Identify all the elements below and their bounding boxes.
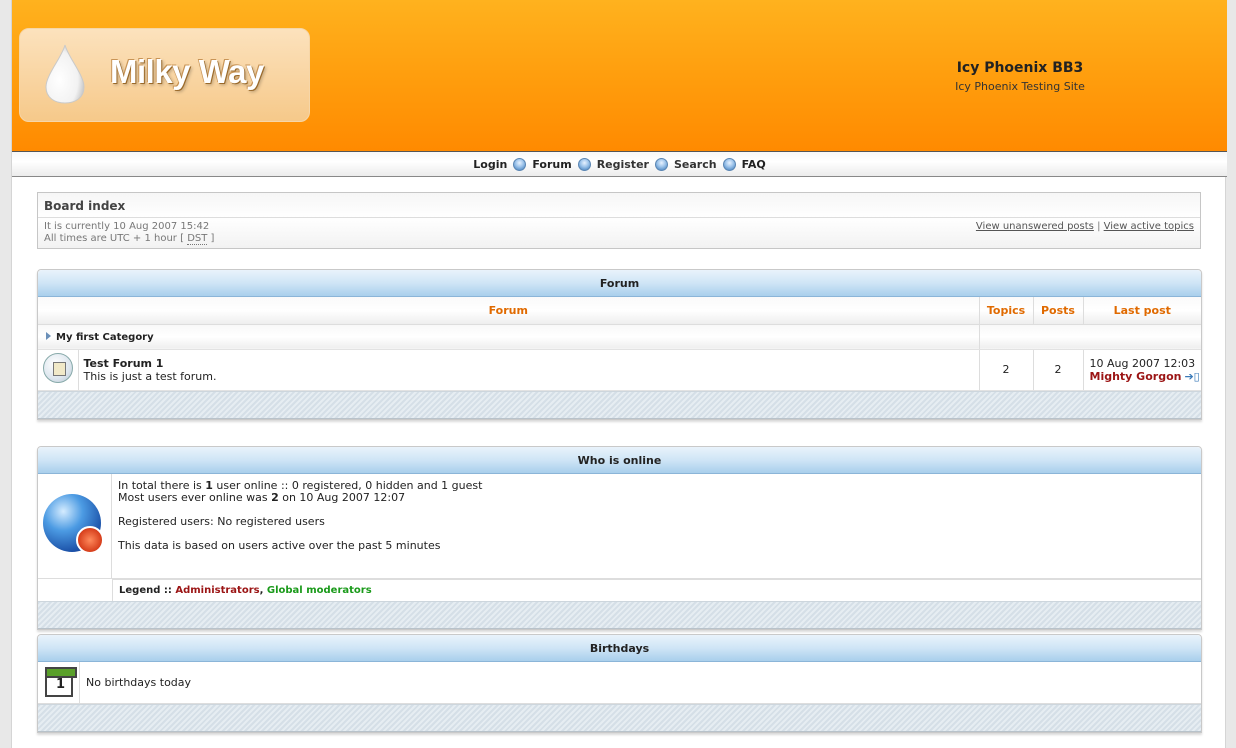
nav-search[interactable]: Search bbox=[670, 158, 721, 171]
online-stats: In total there is 1 user online :: 0 reg… bbox=[112, 474, 1201, 578]
forum-description: This is just a test forum. bbox=[83, 369, 217, 383]
nav-login[interactable]: Login bbox=[469, 158, 511, 171]
milk-drop-icon bbox=[45, 44, 85, 104]
divider bbox=[38, 217, 1200, 218]
panel-title: Birthdays bbox=[38, 635, 1201, 662]
forum-table: Forum Topics Posts Last post My first Ca… bbox=[38, 297, 1201, 391]
panel-title: Who is online bbox=[38, 447, 1201, 474]
category-row: My first Category bbox=[38, 324, 1201, 350]
site-header: Milky Way Icy Phoenix BB3 Icy Phoenix Te… bbox=[12, 0, 1227, 151]
calendar-icon: 1 bbox=[45, 667, 77, 697]
dst-abbr: DST bbox=[187, 233, 208, 245]
legend-row: Legend :: Administrators, Global moderat… bbox=[112, 579, 1201, 601]
current-time: It is currently 10 Aug 2007 15:42 bbox=[44, 221, 210, 232]
timezone-info: All times are UTC + 1 hour [ DST ] bbox=[44, 233, 215, 245]
online-record: Most users ever online was 2 on 10 Aug 2… bbox=[118, 491, 406, 504]
col-forum: Forum bbox=[38, 297, 980, 325]
logo-text: Milky Way bbox=[110, 53, 264, 90]
site-logo[interactable]: Milky Way bbox=[19, 28, 310, 122]
main-nav: Login Forum Register Search FAQ bbox=[12, 151, 1227, 177]
legend-mods-link[interactable]: Global moderators bbox=[267, 585, 372, 596]
board-links: View unanswered posts | View active topi… bbox=[976, 221, 1194, 232]
col-lastpost: Last post bbox=[1083, 297, 1201, 325]
timezone-suffix: ] bbox=[210, 233, 215, 244]
panel-footer bbox=[38, 601, 1201, 629]
forum-read-icon bbox=[42, 353, 73, 383]
birthdays-panel: Birthdays 1 No birthdays today bbox=[37, 634, 1202, 733]
topics-count: 2 bbox=[979, 349, 1034, 391]
expand-arrow-icon bbox=[46, 332, 51, 340]
category-cell[interactable]: My first Category bbox=[38, 324, 980, 350]
birthdays-text: No birthdays today bbox=[86, 676, 192, 689]
registered-users: Registered users: No registered users bbox=[118, 515, 325, 528]
legend-label: Legend :: bbox=[119, 585, 172, 596]
forum-icon-cell bbox=[38, 349, 79, 391]
forum-panel: Forum Forum Topics Posts Last post My fi… bbox=[37, 269, 1202, 420]
board-index-box: Board index It is currently 10 Aug 2007 … bbox=[37, 192, 1201, 249]
panel-title: Forum bbox=[38, 270, 1201, 297]
goto-last-post-icon[interactable]: ➔▯ bbox=[1184, 370, 1199, 383]
last-post-author[interactable]: Mighty Gorgon bbox=[1090, 370, 1182, 383]
who-is-online-panel: Who is online In total there is 1 user o… bbox=[37, 446, 1202, 630]
active-topics-link[interactable]: View active topics bbox=[1104, 221, 1194, 232]
breadcrumb[interactable]: Board index bbox=[44, 199, 125, 213]
forum-title-link[interactable]: Test Forum 1 bbox=[79, 357, 979, 370]
posts-count: 2 bbox=[1033, 349, 1084, 391]
legend-admins-link[interactable]: Administrators bbox=[175, 585, 259, 596]
plug-icon bbox=[76, 526, 104, 554]
unanswered-posts-link[interactable]: View unanswered posts bbox=[976, 221, 1094, 232]
forum-info-cell: Test Forum 1 This is just a test forum. bbox=[78, 349, 980, 391]
calendar-icon-cell: 1 bbox=[38, 662, 80, 703]
nav-register[interactable]: Register bbox=[593, 158, 653, 171]
category-spacer bbox=[979, 324, 1201, 350]
legend-separator: , bbox=[259, 585, 264, 596]
table-row: Test Forum 1 This is just a test forum. … bbox=[38, 349, 1201, 391]
panel-footer bbox=[38, 704, 1201, 732]
category-name: My first Category bbox=[56, 332, 154, 343]
online-icon-cell bbox=[38, 474, 112, 578]
nav-bullet-icon bbox=[722, 157, 736, 171]
nav-bullet-icon bbox=[513, 157, 527, 171]
nav-faq[interactable]: FAQ bbox=[738, 158, 770, 171]
online-body: In total there is 1 user online :: 0 reg… bbox=[38, 474, 1201, 579]
last-post-date: 10 Aug 2007 12:03 bbox=[1089, 356, 1196, 370]
birthdays-body: 1 No birthdays today bbox=[38, 662, 1201, 704]
nav-bullet-icon bbox=[654, 157, 668, 171]
online-note: This data is based on users active over … bbox=[118, 539, 441, 552]
nav-bullet-icon bbox=[577, 157, 591, 171]
site-description: Icy Phoenix Testing Site bbox=[955, 80, 1085, 93]
site-title: Icy Phoenix BB3 bbox=[956, 60, 1084, 76]
link-separator: | bbox=[1097, 221, 1101, 232]
col-topics: Topics bbox=[979, 297, 1034, 325]
table-header-row: Forum Topics Posts Last post bbox=[38, 297, 1201, 325]
page: Milky Way Icy Phoenix BB3 Icy Phoenix Te… bbox=[11, 0, 1227, 748]
last-post-cell: 10 Aug 2007 12:03 Mighty Gorgon ➔▯ bbox=[1083, 349, 1201, 391]
nav-forum[interactable]: Forum bbox=[528, 158, 575, 171]
col-posts: Posts bbox=[1033, 297, 1084, 325]
timezone-prefix: All times are UTC + 1 hour [ bbox=[44, 233, 184, 244]
panel-footer bbox=[38, 390, 1201, 419]
